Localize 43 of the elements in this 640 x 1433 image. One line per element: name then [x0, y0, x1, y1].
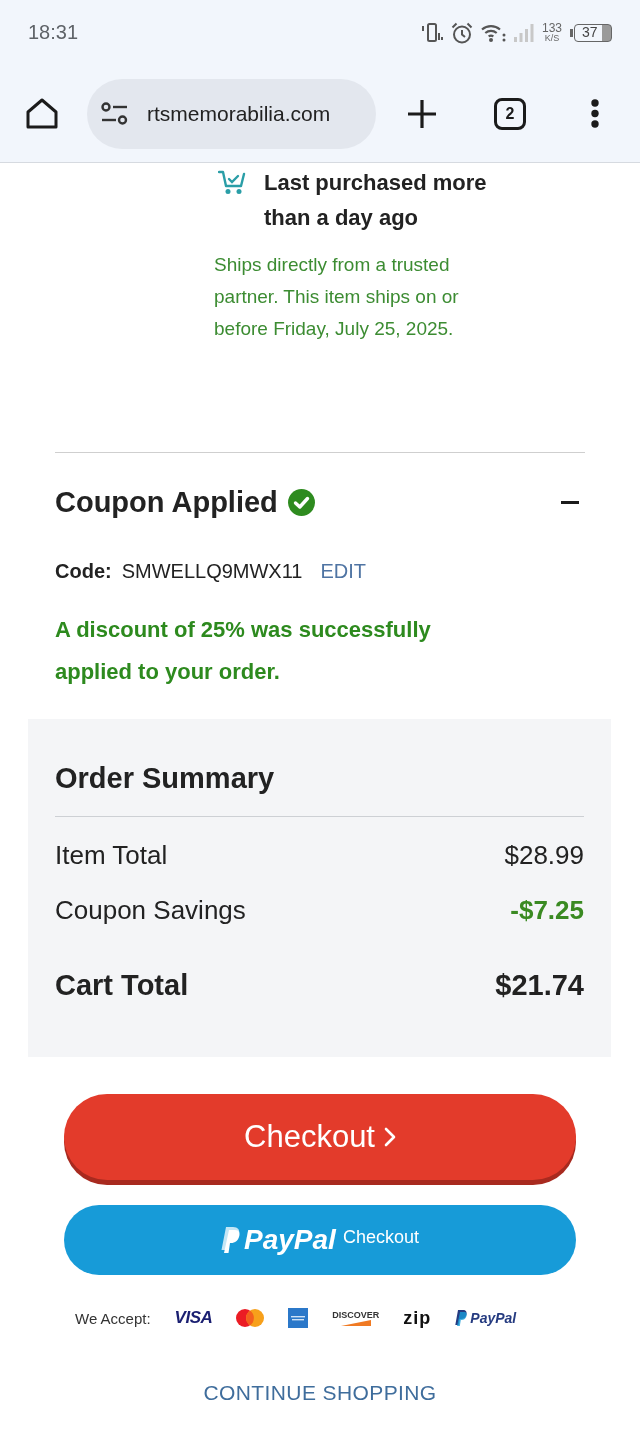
collapse-minus-icon[interactable] [561, 500, 579, 504]
summary-label: Item Total [55, 839, 168, 872]
network-speed-unit: K/S [544, 34, 560, 43]
visa-logo: VISA [174, 1308, 213, 1328]
status-time: 18:31 [28, 21, 79, 44]
shipping-note: Ships directly from a trusted partner. This item ships on or before Friday, July 25, 2025. [214, 253, 460, 341]
summary-label: Coupon Savings [55, 894, 246, 927]
paypal-p-icon [221, 1227, 241, 1253]
continue-shopping-link[interactable]: CONTINUE SHOPPING [203, 1379, 437, 1407]
code-label: Code: [55, 559, 112, 584]
purchase-note: Last purchased more than a day ago [264, 169, 488, 232]
discover-wordmark: DISCOVER [332, 1310, 380, 1320]
discount-message: A discount of 25% was successfully applied to your order. [55, 616, 432, 686]
cart-check-icon [218, 169, 246, 195]
menu-icon[interactable] [591, 99, 599, 128]
home-icon[interactable] [26, 98, 58, 129]
order-summary-title: Order Summary [55, 761, 276, 796]
battery-indicator: 37 [570, 23, 612, 42]
zip-logo: zip [403, 1307, 432, 1329]
amex-logo-icon [288, 1308, 309, 1328]
paypal-p-icon [455, 1310, 468, 1326]
coupon-title: Coupon Applied [55, 485, 278, 520]
paypal-wordmark: PayPal [470, 1310, 517, 1326]
tab-switcher-button[interactable]: 2 [494, 97, 526, 130]
summary-amount: -$7.25 [510, 894, 584, 927]
site-settings-icon[interactable] [101, 102, 128, 125]
vibrate-icon [420, 22, 443, 43]
signal-icon [513, 23, 534, 42]
wifi-icon [480, 23, 506, 42]
chevron-right-icon [384, 1127, 396, 1147]
summary-amount: $28.99 [504, 839, 584, 872]
mastercard-logo-icon [236, 1309, 265, 1327]
address-bar[interactable]: rtsmemorabilia.com [87, 78, 376, 149]
network-speed-value: 133 [541, 22, 562, 34]
coupon-code: SMWELLQ9MWX11 [121, 559, 303, 584]
paypal-checkout-button[interactable]: PayPal Checkout [64, 1205, 576, 1275]
we-accept-label: We Accept: [75, 1309, 151, 1327]
summary-label: Cart Total [55, 968, 189, 1003]
edit-link[interactable]: EDIT [320, 557, 366, 585]
alarm-clock-icon [450, 21, 473, 44]
summary-amount: $21.74 [495, 968, 584, 1003]
url-text: rtsmemorabilia.com [147, 101, 331, 126]
new-tab-icon[interactable] [407, 98, 437, 129]
